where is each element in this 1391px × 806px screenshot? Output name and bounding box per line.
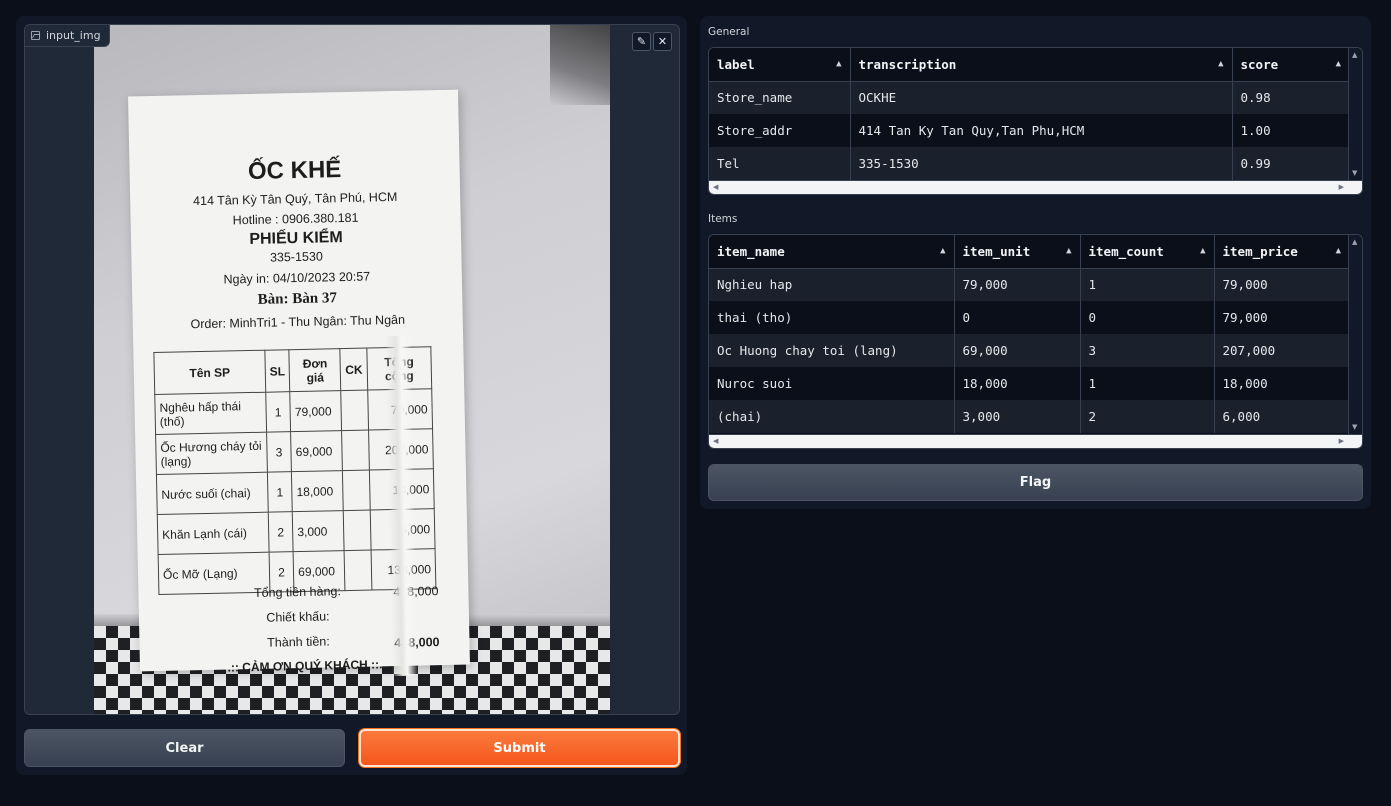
column-header-item-count[interactable]: item_count ▲	[1080, 235, 1215, 269]
column-header-item-unit[interactable]: item_unit ▲	[954, 235, 1081, 269]
pencil-icon[interactable]: ✎	[632, 32, 651, 51]
sort-icon[interactable]: ▲	[1218, 59, 1223, 69]
general-label: General	[708, 26, 750, 38]
column-header-item-price[interactable]: item_price ▲	[1214, 235, 1349, 269]
receipt-header: Tên SP	[153, 350, 266, 395]
receipt-date: Ngày in: 04/10/2023 20:57	[223, 269, 371, 287]
image-input-label: input_img	[25, 25, 110, 47]
receipt: ỐC KHẾ 414 Tân Kỳ Tân Quý, Tân Phú, HCM …	[128, 89, 470, 677]
table-row[interactable]: Tel 335-1530 0.99	[709, 147, 1349, 180]
vertical-scrollbar[interactable]: ▲ ▼	[1348, 48, 1362, 180]
image-icon	[31, 31, 40, 40]
table-row[interactable]: Nuroc suoi 18,000 1 18,000	[709, 367, 1349, 400]
image-input[interactable]: input_img ✎ ✕ ỐC KHẾ 414 Tân Kỳ Tân Quý,…	[24, 24, 680, 715]
column-header-score[interactable]: score ▲	[1232, 48, 1349, 82]
sort-icon[interactable]: ▲	[940, 246, 945, 256]
receipt-table: Bàn: Bàn 37	[257, 290, 338, 308]
vertical-scrollbar[interactable]: ▲ ▼	[1348, 235, 1362, 434]
image-input-label-text: input_img	[46, 29, 101, 42]
flag-button[interactable]: Flag	[708, 464, 1363, 501]
receipt-header: SL	[264, 349, 290, 393]
sort-icon[interactable]: ▲	[1336, 246, 1341, 256]
column-header-item-name[interactable]: item_name ▲	[709, 235, 955, 269]
horizontal-scrollbar[interactable]: ◀ ▶	[709, 434, 1362, 448]
clear-button[interactable]: Clear	[24, 729, 345, 767]
horizontal-scrollbar[interactable]: ◀ ▶	[709, 180, 1362, 194]
receipt-header: Đơn giá	[289, 348, 342, 392]
table-row[interactable]: Store_addr 414 Tan Ky Tan Quy,Tan Phu,HCM…	[709, 114, 1349, 147]
sort-icon[interactable]: ▲	[1336, 59, 1341, 69]
general-dataframe: label ▲ transcription ▲ score ▲ Store_name O…	[708, 47, 1363, 195]
receipt-header: CK	[340, 348, 368, 391]
items-dataframe: item_name ▲ item_unit ▲ item_count ▲ item_p…	[708, 234, 1363, 449]
receipt-order: Order: MinhTri1 - Thu Ngân: Thu Ngân	[190, 312, 406, 332]
column-header-label[interactable]: label ▲	[709, 48, 851, 82]
sort-icon[interactable]: ▲	[1066, 246, 1071, 256]
table-row[interactable]: Store_name OCKHE 0.98	[709, 81, 1349, 114]
column-header-transcription[interactable]: transcription ▲	[850, 48, 1233, 82]
receipt-photo: ỐC KHẾ 414 Tân Kỳ Tân Quý, Tân Phú, HCM …	[94, 25, 610, 714]
table-row[interactable]: Oc Huong chay toi (lang) 69,000 3 207,000	[709, 334, 1349, 367]
sort-icon[interactable]: ▲	[1200, 246, 1205, 256]
receipt-store: ỐC KHẾ	[247, 156, 342, 186]
receipt-hotline: Hotline : 0906.380.181	[232, 210, 359, 228]
sort-icon[interactable]: ▲	[836, 59, 841, 69]
table-row[interactable]: thai (tho) 0 0 79,000	[709, 301, 1349, 334]
receipt-address: 414 Tân Kỳ Tân Quý, Tân Phú, HCM	[192, 189, 398, 209]
items-label: Items	[708, 213, 738, 225]
input-panel: input_img ✎ ✕ ỐC KHẾ 414 Tân Kỳ Tân Quý,…	[16, 16, 687, 775]
output-panel: General label ▲ transcription ▲ score ▲ Sto…	[700, 16, 1371, 509]
close-icon[interactable]: ✕	[653, 32, 672, 51]
table-row[interactable]: (chai) 3,000 2 6,000	[709, 400, 1349, 433]
table-row[interactable]: Nghieu hap 79,000 1 79,000	[709, 268, 1349, 301]
submit-button[interactable]: Submit	[359, 729, 680, 767]
